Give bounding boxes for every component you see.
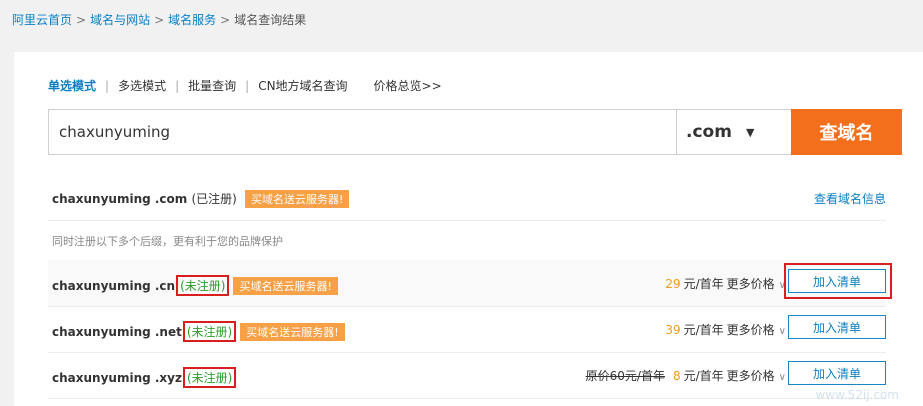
breadcrumb-separator: > [76, 13, 87, 27]
price-info: 29 元/首年 更多价格 ∨ [665, 275, 786, 292]
breadcrumb-separator: > [220, 13, 231, 27]
price-info: 39 元/首年 更多价格 ∨ [665, 321, 786, 338]
watermark: www.52ij.com [815, 388, 899, 402]
domain-search-input[interactable] [48, 109, 689, 155]
tab-batch-query[interactable]: 批量查询 [188, 79, 236, 93]
domain-row-xyz: chaxunyuming .xyz (未注册) 原价60元/首年 8 元/首年 更多价格… [48, 352, 886, 399]
search-mode-tabs: 单选模式 | 多选模式 | 批量查询 | CN地方域名查询 价格总览>> [48, 77, 442, 94]
original-price: 原价60元/首年 [585, 369, 665, 383]
promo-badge[interactable]: 买域名送云服务器! [245, 190, 350, 208]
domain-status: (已注册) [191, 192, 237, 206]
more-prices-toggle[interactable]: 更多价格 [727, 277, 775, 291]
availability-badge: (未注册) [182, 321, 237, 342]
domain-name: chaxunyuming .xyz [52, 371, 182, 385]
domain-row-cn: chaxunyuming .cn (未注册) 买域名送云服务器! 29 元/首年 更多价… [48, 260, 892, 307]
breadcrumb-current: 域名查询结果 [234, 13, 307, 27]
add-to-list-button[interactable]: 加入清单 [788, 361, 886, 385]
domain-label: chaxunyuming .cn (未注册) 买域名送云服务器! [52, 275, 338, 296]
more-prices-toggle[interactable]: 更多价格 [727, 369, 775, 383]
chevron-down-icon[interactable]: ∨ [779, 326, 786, 337]
price-unit: 元/首年 [683, 369, 724, 383]
breadcrumb-home-link[interactable]: 阿里云首页 [12, 13, 72, 27]
highlight-box [784, 263, 892, 299]
tab-divider: | [245, 79, 250, 93]
promo-badge[interactable]: 买域名送云服务器! [240, 323, 345, 341]
tab-single-mode[interactable]: 单选模式 [48, 79, 96, 93]
price-amount: 29 [665, 277, 681, 291]
price-unit: 元/首年 [683, 277, 724, 291]
chevron-down-icon[interactable]: ∨ [779, 372, 786, 383]
domain-row-net: chaxunyuming .net (未注册) 买域名送云服务器! 39 元/首年 更多… [48, 306, 886, 353]
price-unit: 元/首年 [683, 323, 724, 337]
search-domain-button[interactable]: 查域名 [791, 109, 902, 155]
price-overview-link[interactable]: 价格总览>> [374, 79, 442, 93]
registered-domain-row: chaxunyuming .com (已注册) 买域名送云服务器! 查看域名信息 [48, 174, 886, 221]
availability-badge: (未注册) [182, 367, 237, 388]
domain-name: chaxunyuming .net [52, 325, 182, 339]
breadcrumb-domain-service-link[interactable]: 域名服务 [168, 13, 216, 27]
multi-suffix-note: 同时注册以下多个后缀，更有利于您的品牌保护 [52, 235, 283, 248]
availability-badge: (未注册) [176, 275, 230, 296]
more-prices-toggle[interactable]: 更多价格 [727, 323, 775, 337]
add-to-list-button[interactable]: 加入清单 [788, 315, 886, 339]
promo-badge[interactable]: 买域名送云服务器! [233, 277, 338, 295]
view-domain-info-link[interactable]: 查看域名信息 [814, 190, 886, 207]
domain-name: chaxunyuming .com [52, 192, 188, 206]
breadcrumb-domains-link[interactable]: 域名与网站 [90, 13, 150, 27]
domain-name: chaxunyuming .cn [52, 279, 176, 293]
search-result-panel: 单选模式 | 多选模式 | 批量查询 | CN地方域名查询 价格总览>> .com ▼ 查域名… [14, 52, 923, 406]
domain-label: chaxunyuming .net (未注册) 买域名送云服务器! [52, 321, 345, 342]
breadcrumb: 阿里云首页 > 域名与网站 > 域名服务 > 域名查询结果 [12, 11, 306, 28]
tab-cn-local-query[interactable]: CN地方域名查询 [258, 79, 347, 93]
caret-down-icon: ▼ [745, 125, 755, 139]
domain-label: chaxunyuming .xyz (未注册) [52, 367, 237, 388]
tab-multi-mode[interactable]: 多选模式 [118, 79, 166, 93]
price-amount: 8 [672, 369, 681, 383]
tld-select-value: .com [686, 122, 732, 142]
domain-search-bar: .com ▼ 查域名 [48, 109, 902, 155]
tld-select[interactable]: .com ▼ [676, 109, 801, 155]
tab-divider: | [175, 79, 180, 93]
price-info: 原价60元/首年 8 元/首年 更多价格 ∨ [586, 367, 786, 384]
price-amount: 39 [665, 323, 681, 337]
tab-divider: | [105, 79, 110, 93]
breadcrumb-separator: > [154, 13, 165, 27]
registered-domain: chaxunyuming .com (已注册) 买域名送云服务器! [52, 190, 350, 208]
